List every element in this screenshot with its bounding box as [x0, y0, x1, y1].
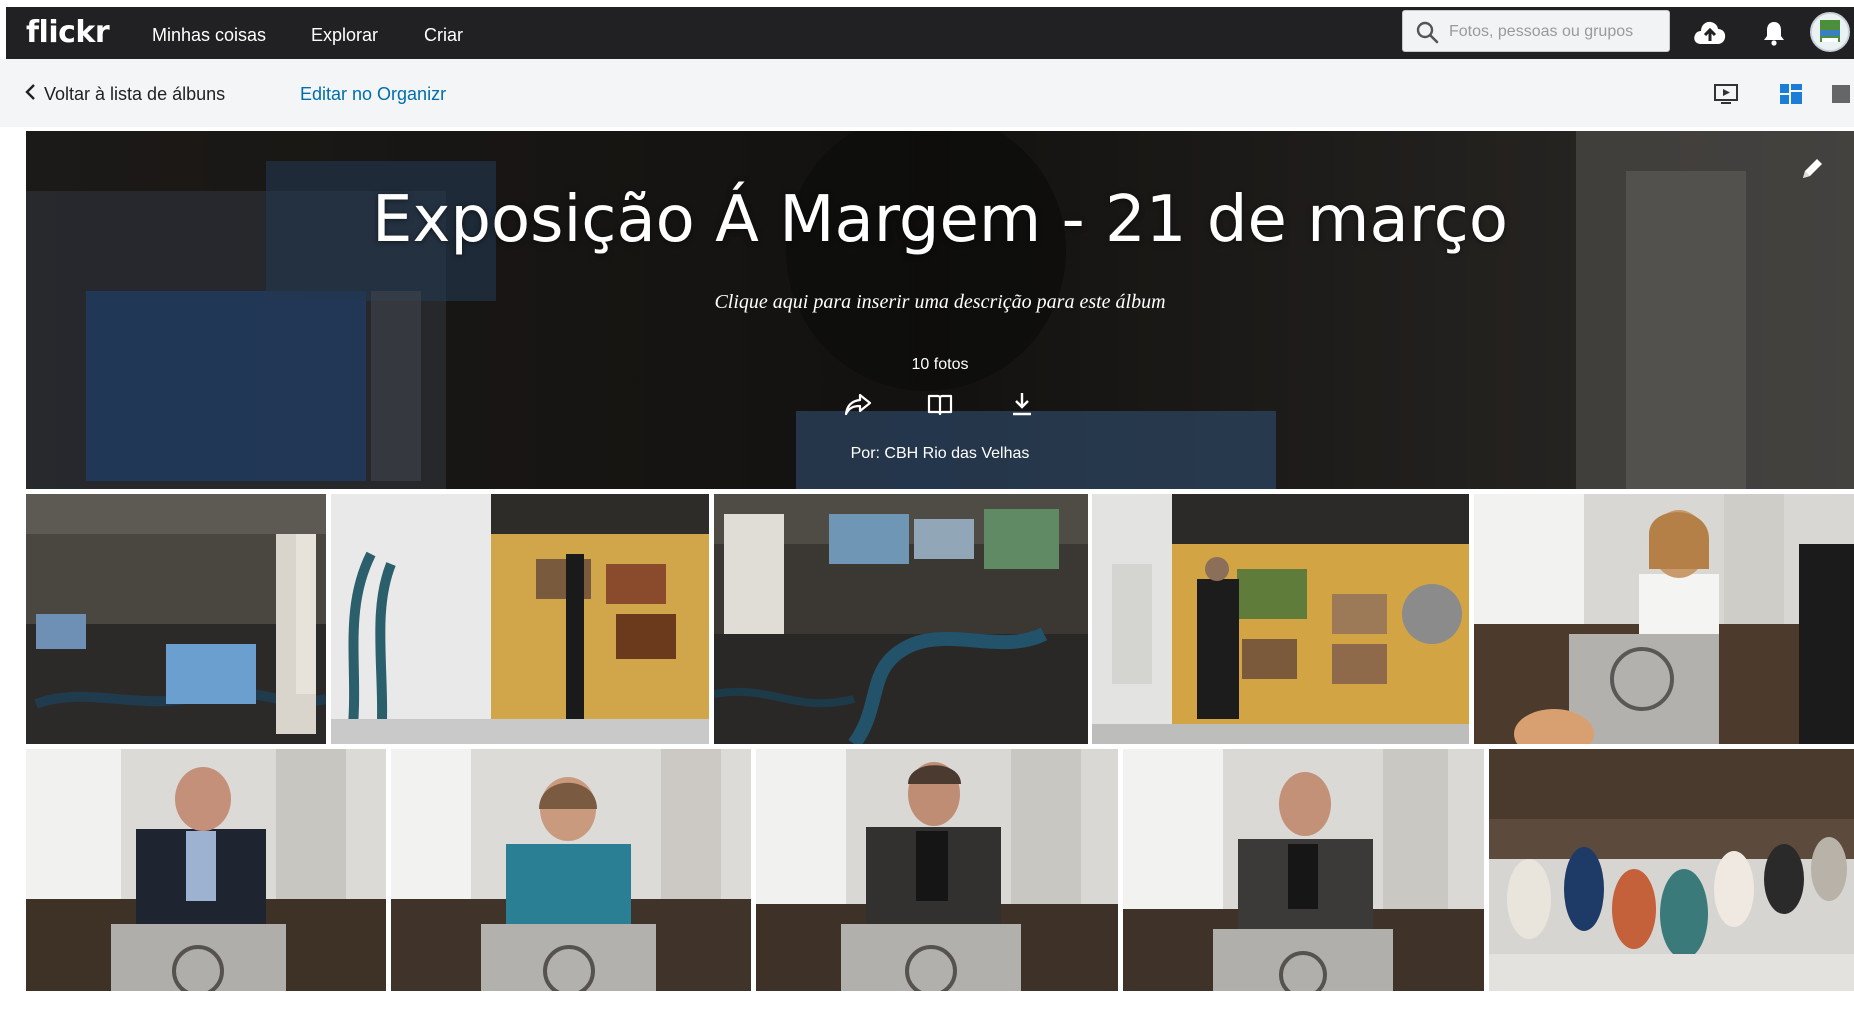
upload-cloud-icon[interactable]: [1690, 15, 1730, 51]
photo-agua-cultura-wall[interactable]: [331, 494, 709, 744]
photo-speaker-man-gray-2[interactable]: [1123, 749, 1484, 991]
back-label: Voltar à lista de álbuns: [44, 84, 226, 104]
share-icon[interactable]: [843, 389, 873, 419]
photo-speaker-woman-glasses[interactable]: [391, 749, 751, 991]
book-icon[interactable]: [925, 389, 955, 419]
grid-view-icon[interactable]: [1776, 81, 1806, 107]
photo-exhibition-hall-1[interactable]: [26, 494, 326, 744]
search-icon[interactable]: [1415, 20, 1439, 44]
album-cover: Exposição Á Margem - 21 de março Clique …: [26, 131, 1854, 489]
flickr-logo[interactable]: flickr: [26, 15, 110, 50]
photo-audience[interactable]: [1489, 749, 1854, 991]
chevron-left-icon: [24, 83, 36, 106]
nav-my-stuff[interactable]: Minhas coisas: [152, 25, 266, 46]
album-actions: [26, 389, 1854, 419]
notification-bell-icon[interactable]: [1754, 15, 1794, 51]
avatar[interactable]: [1810, 12, 1850, 52]
photo-visitor-at-panel[interactable]: [1092, 494, 1469, 744]
top-navbar: flickr Minhas coisas Explorar Criar: [6, 7, 1854, 59]
album-title: Exposição Á Margem - 21 de março: [372, 183, 1508, 257]
photo-exhibition-hall-2[interactable]: [714, 494, 1088, 744]
album-subnav: Voltar à lista de álbuns Editar no Organ…: [0, 59, 1854, 127]
slideshow-icon[interactable]: [1711, 81, 1741, 107]
album-owner-link[interactable]: Por: CBH Rio das Velhas: [26, 445, 1854, 463]
album-photo-count: 10 fotos: [911, 356, 969, 373]
edit-in-organizr-link[interactable]: Editar no Organizr: [300, 84, 446, 105]
single-view-icon[interactable]: [1826, 81, 1854, 107]
nav-explore[interactable]: Explorar: [311, 25, 378, 46]
edit-pencil-icon[interactable]: [1798, 155, 1826, 183]
download-icon[interactable]: [1007, 389, 1037, 419]
photo-speaker-man-bald[interactable]: [26, 749, 386, 991]
nav-create[interactable]: Criar: [424, 25, 463, 46]
search-input[interactable]: [1449, 19, 1659, 45]
back-to-albums-link[interactable]: Voltar à lista de álbuns: [24, 83, 225, 106]
photo-speaker-man-gray-1[interactable]: [756, 749, 1118, 991]
photo-speaker-woman-white[interactable]: [1474, 494, 1854, 744]
album-description[interactable]: Clique aqui para inserir uma descrição p…: [26, 291, 1854, 314]
search-box: [1402, 10, 1670, 52]
